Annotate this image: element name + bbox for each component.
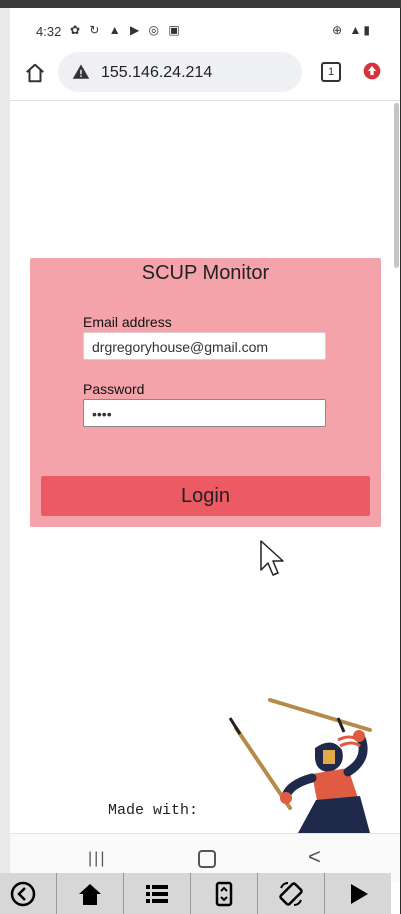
toolbar-home-button[interactable] <box>57 873 124 914</box>
browser-menu-icon[interactable] <box>362 61 382 81</box>
play-icon <box>351 883 368 904</box>
android-back-button[interactable]: < <box>308 844 321 870</box>
toolbar-rotate-button[interactable] <box>258 873 325 914</box>
tab-count: 1 <box>327 66 335 78</box>
email-label: Email address <box>83 314 172 330</box>
email-field[interactable]: drgregoryhouse@gmail.com <box>83 332 326 360</box>
password-field[interactable]: •••• <box>83 399 326 427</box>
url-text: 155.146.24.214 <box>101 64 213 81</box>
password-label: Password <box>83 381 145 397</box>
toolbar-list-button[interactable] <box>124 873 191 914</box>
toolbar-back-button[interactable] <box>0 873 57 914</box>
emulator-toolbar <box>0 873 391 914</box>
home-icon[interactable] <box>24 62 46 84</box>
rotate-icon <box>279 881 303 906</box>
toolbar-play-button[interactable] <box>325 873 391 914</box>
browser-toolbar: 155.146.24.214 1 <box>10 50 400 100</box>
list-icon <box>146 884 168 903</box>
login-card: SCUP Monitor Email address drgregoryhous… <box>30 258 381 527</box>
screen-capture-icon <box>215 881 233 906</box>
login-button[interactable]: Login <box>41 476 370 516</box>
made-with-text: Made with: <box>108 802 199 819</box>
address-bar[interactable]: 155.146.24.214 <box>58 52 302 92</box>
toolbar-screenshot-button[interactable] <box>191 873 258 914</box>
android-home-button[interactable] <box>198 850 216 868</box>
warning-icon <box>72 64 90 79</box>
status-bar: 4:32 ✿ ↻ ▲ ▶ ◎ ▣ ⊕ ▲▮ <box>10 8 400 48</box>
status-notification-icons: ✿ ↻ ▲ ▶ ◎ ▣ <box>70 23 183 37</box>
circle-back-icon <box>10 881 36 906</box>
status-time: 4:32 <box>36 24 62 39</box>
emulator-left-edge <box>0 8 10 914</box>
mouse-cursor-icon <box>260 540 284 576</box>
app-title: SCUP Monitor <box>141 262 270 284</box>
page-scrollbar[interactable] <box>394 103 399 268</box>
home-icon <box>79 883 101 905</box>
status-signal-battery-icons: ⊕ ▲▮ <box>332 23 372 37</box>
emulator-top-bar <box>0 0 401 8</box>
tab-switcher-button[interactable]: 1 <box>321 62 341 82</box>
phone-screen: 4:32 ✿ ↻ ▲ ▶ ◎ ▣ ⊕ ▲▮ 155.146.24.214 1 S… <box>10 8 400 914</box>
kendo-fighter-illustration <box>228 698 372 833</box>
browser-divider <box>10 100 400 101</box>
recent-apps-button[interactable]: ||| <box>88 850 106 868</box>
